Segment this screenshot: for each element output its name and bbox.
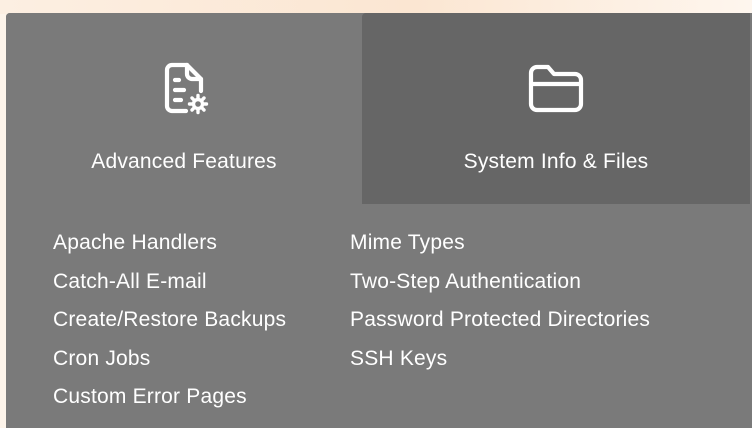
link-catch-all-email[interactable]: Catch-All E-mail [53, 263, 286, 302]
link-create-restore-backups[interactable]: Create/Restore Backups [53, 301, 286, 340]
link-two-step-authentication[interactable]: Two-Step Authentication [350, 263, 650, 302]
document-gear-icon [164, 62, 209, 115]
feature-links-column-2: Mime Types Two-Step Authentication Passw… [350, 224, 650, 378]
link-mime-types[interactable]: Mime Types [350, 224, 650, 263]
folder-icon [528, 64, 584, 113]
tab-advanced-features-label: Advanced Features [91, 150, 277, 173]
link-cron-jobs[interactable]: Cron Jobs [53, 340, 286, 379]
link-ssh-keys[interactable]: SSH Keys [350, 340, 650, 379]
link-apache-handlers[interactable]: Apache Handlers [53, 224, 286, 263]
feature-links-column-1: Apache Handlers Catch-All E-mail Create/… [53, 224, 286, 417]
link-password-protected-directories[interactable]: Password Protected Directories [350, 301, 650, 340]
page-background [0, 0, 752, 14]
tab-system-info-files-label: System Info & Files [463, 150, 649, 173]
tab-system-info-files[interactable]: System Info & Files [362, 13, 750, 204]
tab-advanced-features[interactable]: Advanced Features [6, 13, 362, 204]
link-custom-error-pages[interactable]: Custom Error Pages [53, 378, 286, 417]
